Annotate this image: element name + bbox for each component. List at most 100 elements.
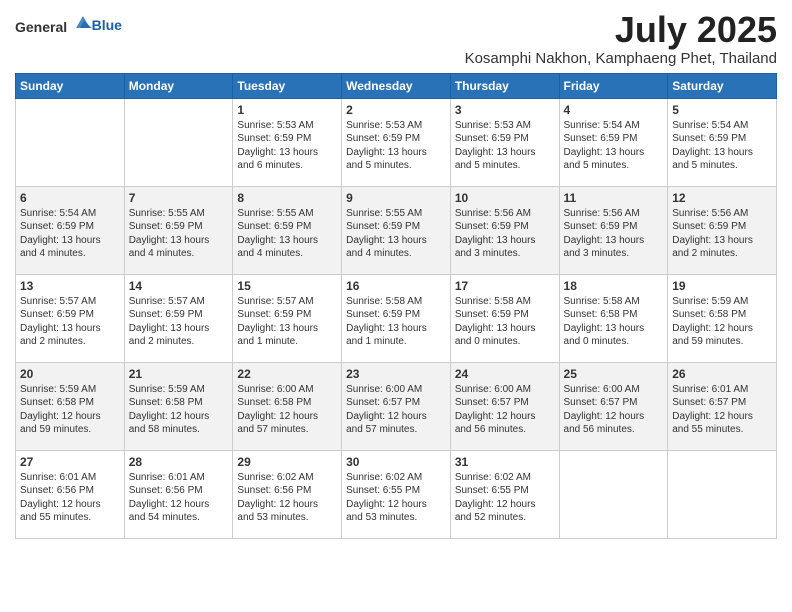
day-info: Sunrise: 5:57 AM Sunset: 6:59 PM Dayligh… bbox=[129, 295, 229, 349]
day-cell: 28 Sunrise: 6:01 AM Sunset: 6:56 PM Dayli… bbox=[124, 450, 233, 538]
week-row-3: 13 Sunrise: 5:57 AM Sunset: 6:59 PM Dayli… bbox=[16, 274, 777, 362]
day-cell: 3Sunrise: 5:53 AM Sunset: 6:59 PM Daylig… bbox=[450, 98, 559, 186]
day-info: Sunrise: 5:55 AM Sunset: 6:59 PM Dayligh… bbox=[346, 207, 446, 261]
day-info: Sunrise: 6:02 AM Sunset: 6:56 PM Dayligh… bbox=[237, 471, 337, 525]
day-info: Sunrise: 6:01 AM Sunset: 6:57 PM Dayligh… bbox=[672, 383, 772, 437]
day-cell: 31Sunrise: 6:02 AM Sunset: 6:55 PM Dayli… bbox=[450, 450, 559, 538]
day-cell: 13 Sunrise: 5:57 AM Sunset: 6:59 PM Dayli… bbox=[16, 274, 125, 362]
logo-blue: Blue bbox=[92, 17, 122, 33]
day-info: Sunrise: 5:59 AM Sunset: 6:58 PM Dayligh… bbox=[129, 383, 229, 437]
header: General Blue July 2025 Kosamphi Nakhon, … bbox=[15, 10, 777, 67]
day-number: 27 bbox=[20, 455, 120, 469]
day-cell: 30 Sunrise: 6:02 AM Sunset: 6:55 PM Dayli… bbox=[342, 450, 451, 538]
day-cell: 9Sunrise: 5:55 AM Sunset: 6:59 PM Daylig… bbox=[342, 186, 451, 274]
column-header-sunday: Sunday bbox=[16, 73, 125, 98]
column-header-thursday: Thursday bbox=[450, 73, 559, 98]
day-info: Sunrise: 5:53 AM Sunset: 6:59 PM Dayligh… bbox=[237, 119, 337, 173]
day-info: Sunrise: 6:02 AM Sunset: 6:55 PM Dayligh… bbox=[455, 471, 555, 525]
day-cell: 6Sunrise: 5:54 AM Sunset: 6:59 PM Daylig… bbox=[16, 186, 125, 274]
day-number: 5 bbox=[672, 103, 772, 117]
title-area: July 2025 Kosamphi Nakhon, Kamphaeng Phe… bbox=[465, 10, 777, 67]
week-row-5: 27 Sunrise: 6:01 AM Sunset: 6:56 PM Dayli… bbox=[16, 450, 777, 538]
day-number: 26 bbox=[672, 367, 772, 381]
day-info: Sunrise: 5:54 AM Sunset: 6:59 PM Dayligh… bbox=[564, 119, 664, 173]
day-number: 18 bbox=[564, 279, 664, 293]
day-info: Sunrise: 6:02 AM Sunset: 6:55 PM Dayligh… bbox=[346, 471, 446, 525]
column-header-friday: Friday bbox=[559, 73, 668, 98]
day-number: 13 bbox=[20, 279, 120, 293]
week-row-4: 20 Sunrise: 5:59 AM Sunset: 6:58 PM Dayli… bbox=[16, 362, 777, 450]
day-info: Sunrise: 6:01 AM Sunset: 6:56 PM Dayligh… bbox=[129, 471, 229, 525]
day-info: Sunrise: 5:54 AM Sunset: 6:59 PM Dayligh… bbox=[672, 119, 772, 173]
day-cell: 24 Sunrise: 6:00 AM Sunset: 6:57 PM Dayli… bbox=[450, 362, 559, 450]
day-cell: 17Sunrise: 5:58 AM Sunset: 6:59 PM Dayli… bbox=[450, 274, 559, 362]
day-number: 2 bbox=[346, 103, 446, 117]
day-number: 10 bbox=[455, 191, 555, 205]
subtitle: Kosamphi Nakhon, Kamphaeng Phet, Thailan… bbox=[465, 50, 777, 67]
day-cell: 20 Sunrise: 5:59 AM Sunset: 6:58 PM Dayli… bbox=[16, 362, 125, 450]
column-header-saturday: Saturday bbox=[668, 73, 777, 98]
day-cell: 8 Sunrise: 5:55 AM Sunset: 6:59 PM Daylig… bbox=[233, 186, 342, 274]
day-number: 20 bbox=[20, 367, 120, 381]
day-cell: 5 Sunrise: 5:54 AM Sunset: 6:59 PM Daylig… bbox=[668, 98, 777, 186]
day-cell bbox=[16, 98, 125, 186]
day-cell: 18Sunrise: 5:58 AM Sunset: 6:58 PM Dayli… bbox=[559, 274, 668, 362]
day-number: 4 bbox=[564, 103, 664, 117]
day-number: 6 bbox=[20, 191, 120, 205]
logo: General Blue bbox=[15, 14, 122, 37]
day-number: 15 bbox=[237, 279, 337, 293]
day-number: 14 bbox=[129, 279, 229, 293]
day-cell: 29Sunrise: 6:02 AM Sunset: 6:56 PM Dayli… bbox=[233, 450, 342, 538]
day-cell: 16 Sunrise: 5:58 AM Sunset: 6:59 PM Dayli… bbox=[342, 274, 451, 362]
week-row-2: 6Sunrise: 5:54 AM Sunset: 6:59 PM Daylig… bbox=[16, 186, 777, 274]
day-cell: 21 Sunrise: 5:59 AM Sunset: 6:58 PM Dayli… bbox=[124, 362, 233, 450]
day-info: Sunrise: 6:00 AM Sunset: 6:58 PM Dayligh… bbox=[237, 383, 337, 437]
day-cell: 26 Sunrise: 6:01 AM Sunset: 6:57 PM Dayli… bbox=[668, 362, 777, 450]
main-title: July 2025 bbox=[465, 10, 777, 50]
day-cell: 10Sunrise: 5:56 AM Sunset: 6:59 PM Dayli… bbox=[450, 186, 559, 274]
day-number: 8 bbox=[237, 191, 337, 205]
day-cell: 19 Sunrise: 5:59 AM Sunset: 6:58 PM Dayli… bbox=[668, 274, 777, 362]
day-info: Sunrise: 5:55 AM Sunset: 6:59 PM Dayligh… bbox=[129, 207, 229, 261]
day-number: 16 bbox=[346, 279, 446, 293]
day-cell: 1 Sunrise: 5:53 AM Sunset: 6:59 PM Daylig… bbox=[233, 98, 342, 186]
day-cell: 12 Sunrise: 5:56 AM Sunset: 6:59 PM Dayli… bbox=[668, 186, 777, 274]
day-cell: 25Sunrise: 6:00 AM Sunset: 6:57 PM Dayli… bbox=[559, 362, 668, 450]
day-cell: 27 Sunrise: 6:01 AM Sunset: 6:56 PM Dayli… bbox=[16, 450, 125, 538]
day-number: 1 bbox=[237, 103, 337, 117]
day-number: 30 bbox=[346, 455, 446, 469]
week-row-1: 1 Sunrise: 5:53 AM Sunset: 6:59 PM Daylig… bbox=[16, 98, 777, 186]
day-number: 23 bbox=[346, 367, 446, 381]
day-number: 11 bbox=[564, 191, 664, 205]
day-cell: 14 Sunrise: 5:57 AM Sunset: 6:59 PM Dayli… bbox=[124, 274, 233, 362]
day-cell: 11 Sunrise: 5:56 AM Sunset: 6:59 PM Dayli… bbox=[559, 186, 668, 274]
day-info: Sunrise: 5:59 AM Sunset: 6:58 PM Dayligh… bbox=[20, 383, 120, 437]
day-info: Sunrise: 5:56 AM Sunset: 6:59 PM Dayligh… bbox=[672, 207, 772, 261]
logo-icon bbox=[74, 14, 92, 32]
day-info: Sunrise: 5:57 AM Sunset: 6:59 PM Dayligh… bbox=[237, 295, 337, 349]
day-number: 12 bbox=[672, 191, 772, 205]
day-cell: 2 Sunrise: 5:53 AM Sunset: 6:59 PM Daylig… bbox=[342, 98, 451, 186]
day-info: Sunrise: 5:58 AM Sunset: 6:59 PM Dayligh… bbox=[346, 295, 446, 349]
day-number: 25 bbox=[564, 367, 664, 381]
day-number: 22 bbox=[237, 367, 337, 381]
day-number: 28 bbox=[129, 455, 229, 469]
day-number: 7 bbox=[129, 191, 229, 205]
day-info: Sunrise: 5:57 AM Sunset: 6:59 PM Dayligh… bbox=[20, 295, 120, 349]
column-header-wednesday: Wednesday bbox=[342, 73, 451, 98]
day-number: 21 bbox=[129, 367, 229, 381]
day-info: Sunrise: 5:53 AM Sunset: 6:59 PM Dayligh… bbox=[346, 119, 446, 173]
day-number: 19 bbox=[672, 279, 772, 293]
day-info: Sunrise: 5:55 AM Sunset: 6:59 PM Dayligh… bbox=[237, 207, 337, 261]
day-cell: 15 Sunrise: 5:57 AM Sunset: 6:59 PM Dayli… bbox=[233, 274, 342, 362]
day-cell: 4 Sunrise: 5:54 AM Sunset: 6:59 PM Daylig… bbox=[559, 98, 668, 186]
day-number: 24 bbox=[455, 367, 555, 381]
day-info: Sunrise: 6:01 AM Sunset: 6:56 PM Dayligh… bbox=[20, 471, 120, 525]
day-number: 3 bbox=[455, 103, 555, 117]
column-header-monday: Monday bbox=[124, 73, 233, 98]
column-header-tuesday: Tuesday bbox=[233, 73, 342, 98]
day-info: Sunrise: 5:59 AM Sunset: 6:58 PM Dayligh… bbox=[672, 295, 772, 349]
day-info: Sunrise: 5:56 AM Sunset: 6:59 PM Dayligh… bbox=[564, 207, 664, 261]
day-info: Sunrise: 6:00 AM Sunset: 6:57 PM Dayligh… bbox=[455, 383, 555, 437]
header-row: SundayMondayTuesdayWednesdayThursdayFrid… bbox=[16, 73, 777, 98]
